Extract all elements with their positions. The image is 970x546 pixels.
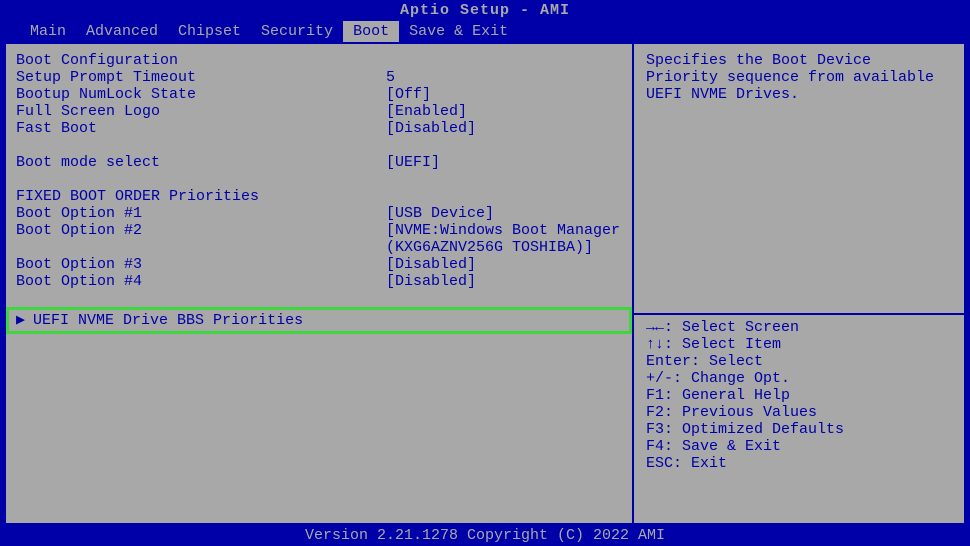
key-help-line: +/-: Change Opt. — [646, 370, 952, 387]
key-help-section: →←: Select Screen ↑↓: Select Item Enter:… — [634, 313, 964, 472]
menu-chipset[interactable]: Chipset — [168, 21, 251, 42]
menu-boot[interactable]: Boot — [343, 21, 399, 42]
setting-label: Fast Boot — [16, 120, 386, 137]
key-help-line: F1: General Help — [646, 387, 952, 404]
uefi-nvme-bbs-priorities[interactable]: ▶ UEFI NVME Drive BBS Priorities — [6, 307, 632, 334]
menu-main[interactable]: Main — [20, 21, 76, 42]
boot-option-1[interactable]: Boot Option #1 [USB Device] — [16, 205, 622, 222]
main-area: Boot Configuration Setup Prompt Timeout … — [4, 42, 966, 525]
setting-label: Boot mode select — [16, 154, 386, 171]
setting-label: Full Screen Logo — [16, 103, 386, 120]
setting-value: [Disabled] — [386, 273, 622, 290]
footer-version: Version 2.21.1278 Copyright (C) 2022 AMI — [0, 525, 970, 546]
setting-label: Bootup NumLock State — [16, 86, 386, 103]
submenu-label: UEFI NVME Drive BBS Priorities — [33, 312, 303, 329]
full-screen-logo[interactable]: Full Screen Logo [Enabled] — [16, 103, 622, 120]
title-bar: Aptio Setup - AMI — [0, 0, 970, 21]
boot-mode-select[interactable]: Boot mode select [UEFI] — [16, 154, 622, 171]
submenu-arrow-icon: ▶ — [16, 312, 25, 329]
bootup-numlock[interactable]: Bootup NumLock State [Off] — [16, 86, 622, 103]
setting-value: [Disabled] — [386, 256, 622, 273]
help-panel: Specifies the Boot Device Priority seque… — [634, 44, 964, 523]
setting-label: Boot Option #3 — [16, 256, 386, 273]
key-help-line: F4: Save & Exit — [646, 438, 952, 455]
boot-order-header: FIXED BOOT ORDER Priorities — [16, 188, 622, 205]
key-help-line: ↑↓: Select Item — [646, 336, 952, 353]
setting-value: [Disabled] — [386, 120, 622, 137]
boot-config-header: Boot Configuration — [16, 52, 622, 69]
setting-value: [Enabled] — [386, 103, 622, 120]
key-help-line: Enter: Select — [646, 353, 952, 370]
boot-option-2[interactable]: Boot Option #2 [NVME:Windows Boot Manage… — [16, 222, 622, 256]
setting-value: [UEFI] — [386, 154, 622, 171]
setting-value: 5 — [386, 69, 622, 86]
key-help-line: F3: Optimized Defaults — [646, 421, 952, 438]
setting-label: Boot Option #2 — [16, 222, 386, 256]
fast-boot[interactable]: Fast Boot [Disabled] — [16, 120, 622, 137]
bios-screen: Aptio Setup - AMI Main Advanced Chipset … — [0, 0, 970, 546]
setting-value: [Off] — [386, 86, 622, 103]
key-help-line: ESC: Exit — [646, 455, 952, 472]
help-description: Specifies the Boot Device Priority seque… — [646, 52, 952, 103]
setting-value: [USB Device] — [386, 205, 622, 222]
settings-panel: Boot Configuration Setup Prompt Timeout … — [6, 44, 634, 523]
setting-label: Setup Prompt Timeout — [16, 69, 386, 86]
setting-value: [NVME:Windows Boot Manager (KXG6AZNV256G… — [386, 222, 622, 256]
menu-security[interactable]: Security — [251, 21, 343, 42]
setting-label: Boot Option #1 — [16, 205, 386, 222]
key-help-line: F2: Previous Values — [646, 404, 952, 421]
setting-label: Boot Option #4 — [16, 273, 386, 290]
menu-bar: Main Advanced Chipset Security Boot Save… — [0, 21, 970, 42]
menu-advanced[interactable]: Advanced — [76, 21, 168, 42]
menu-save-exit[interactable]: Save & Exit — [399, 21, 518, 42]
boot-option-3[interactable]: Boot Option #3 [Disabled] — [16, 256, 622, 273]
key-help-line: →←: Select Screen — [646, 319, 952, 336]
setup-prompt-timeout[interactable]: Setup Prompt Timeout 5 — [16, 69, 622, 86]
boot-option-4[interactable]: Boot Option #4 [Disabled] — [16, 273, 622, 290]
